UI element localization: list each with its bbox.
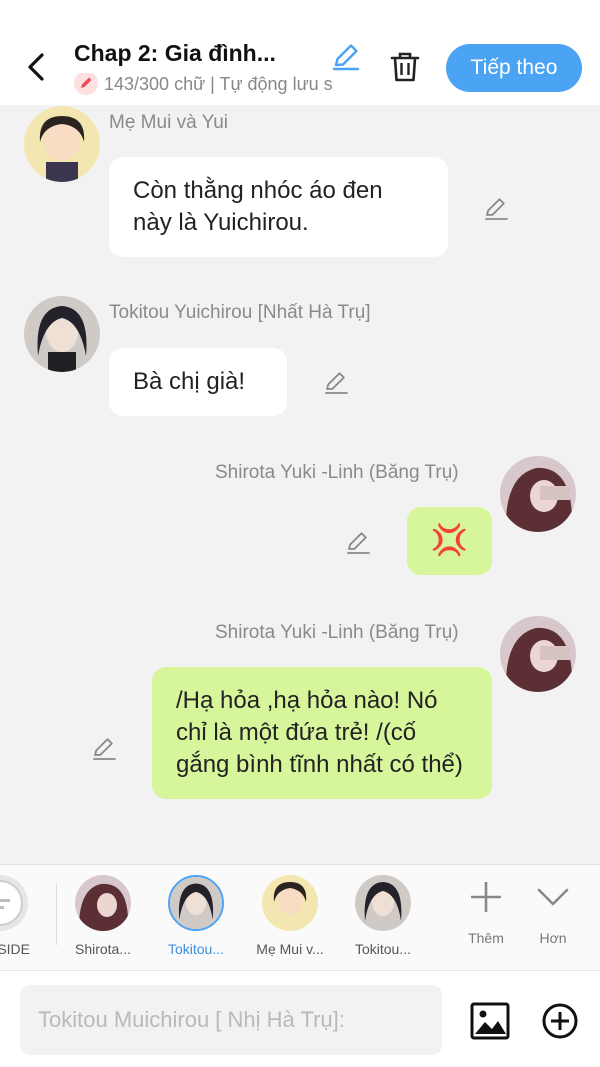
sender-name: Shirota Yuki -Linh (Băng Trụ)	[215, 622, 459, 643]
avatar[interactable]	[500, 456, 576, 532]
avatar[interactable]	[24, 296, 100, 372]
narrator-icon	[0, 875, 28, 931]
edit-message-icon[interactable]	[344, 528, 372, 556]
message-input[interactable]	[20, 985, 442, 1055]
avatar[interactable]	[500, 616, 576, 692]
character-label: Tokitou...	[354, 941, 412, 957]
word-count-text: 143/300 chữ | Tự động lưu s	[104, 73, 333, 94]
plus-icon	[471, 882, 501, 912]
avatar	[75, 875, 131, 931]
image-icon[interactable]	[470, 1001, 510, 1041]
back-arrow-icon[interactable]	[20, 50, 54, 84]
top-bar: Chap 2: Gia đình... 143/300 chữ | Tự độn…	[0, 0, 600, 105]
trash-icon[interactable]	[388, 50, 422, 84]
avatar[interactable]	[24, 106, 100, 182]
character-item-selected[interactable]: Tokitou...	[156, 875, 236, 957]
add-character-button[interactable]: Thêm	[456, 879, 516, 946]
character-item[interactable]: Mẹ Mui v...	[250, 875, 330, 957]
chapter-title[interactable]: Chap 2: Gia đình...	[74, 40, 304, 67]
edit-message-icon[interactable]	[322, 368, 350, 396]
message-bubble[interactable]: 💢	[407, 507, 492, 575]
character-label: Shirota...	[74, 941, 132, 957]
character-label: Tokitou...	[167, 941, 225, 957]
character-label: Mẹ Mui v...	[256, 941, 324, 957]
composer	[0, 970, 600, 1067]
anger-emoji: 💢	[430, 524, 469, 557]
chevron-down-icon	[537, 888, 569, 906]
character-side[interactable]: SIDE	[0, 875, 40, 957]
sender-name: Shirota Yuki -Linh (Băng Trụ)	[215, 462, 459, 483]
add-circle-icon[interactable]	[540, 1001, 580, 1041]
add-label: Thêm	[468, 930, 504, 946]
edit-message-icon[interactable]	[482, 194, 510, 222]
character-selector-bar: SIDE Shirota... Tokitou... Mẹ Mui v... T…	[0, 864, 600, 970]
edit-title-pencil-icon[interactable]	[330, 40, 362, 72]
message-bubble[interactable]: /Hạ hỏa ,hạ hỏa nào! Nó chỉ là một đứa t…	[152, 667, 492, 799]
divider	[56, 883, 57, 945]
avatar	[262, 875, 318, 931]
sender-name: Mẹ Mui và Yui	[109, 112, 228, 133]
avatar	[355, 875, 411, 931]
avatar	[168, 875, 224, 931]
message-bubble[interactable]: Bà chị già!	[109, 348, 287, 416]
next-button[interactable]: Tiếp theo	[446, 44, 582, 92]
pen-badge-icon	[74, 73, 98, 95]
character-item[interactable]: Shirota...	[63, 875, 143, 957]
more-button[interactable]: Hơn	[523, 879, 583, 946]
character-item[interactable]: Tokitou...	[343, 875, 423, 957]
edit-message-icon[interactable]	[90, 734, 118, 762]
word-count-status: 143/300 chữ | Tự động lưu s	[74, 73, 362, 99]
more-label: Hơn	[539, 930, 567, 946]
message-bubble[interactable]: Còn thằng nhóc áo đen này là Yuichirou.	[109, 157, 448, 257]
sender-name: Tokitou Yuichirou [Nhất Hà Trụ]	[109, 302, 371, 323]
character-label: SIDE	[0, 941, 30, 957]
